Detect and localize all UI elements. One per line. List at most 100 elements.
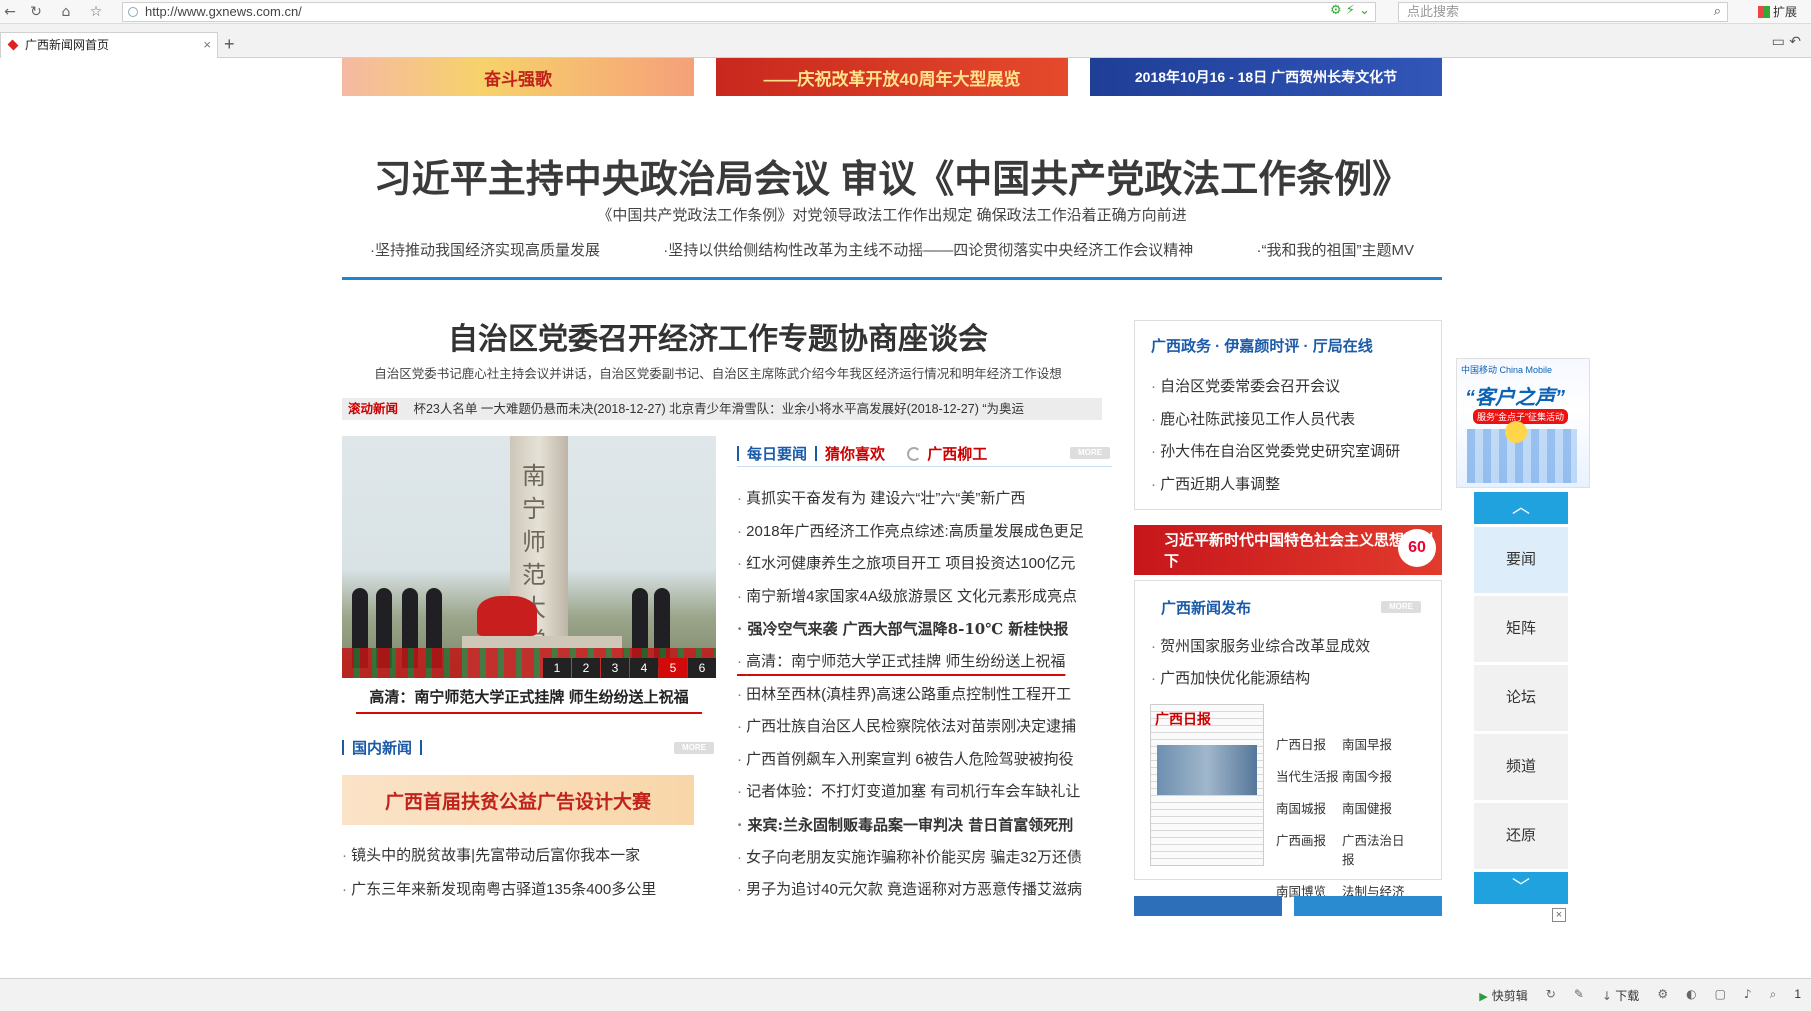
scroll-down-icon[interactable]: ﹀ [1474,872,1568,904]
extensions-button[interactable]: 扩展 [1758,3,1797,20]
china-mobile-float-ad[interactable]: 中国移动 China Mobile “客户之声” 服务“金点子”征集活动 [1456,358,1590,488]
extensions-icon [1758,6,1770,18]
list-item[interactable]: 孙大伟在自治区党委党史研究室调研 [1151,436,1431,469]
url-input[interactable]: http://www.gxnews.com.cn/ [122,2,1376,22]
bottom-tile-1[interactable] [1134,896,1282,916]
slide-page-4[interactable]: 4 [630,658,658,678]
paper-link[interactable]: 南国健报 [1342,798,1412,817]
list-item[interactable]: 广西近期人事调整 [1151,469,1431,502]
scrolling-news-ticker[interactable]: 滚动新闻 杯23人名单 一大难题仍悬而未决(2018-12-27) 北京青少年滑… [342,398,1102,420]
poverty-ad-banner[interactable]: 广西首届扶贫公益广告设计大赛 [342,775,694,825]
list-item[interactable]: 鹿心社陈武接见工作人员代表 [1151,404,1431,437]
list-item[interactable]: 记者体验：不打灯变道加塞 有司机行车会车缺礼让 [737,776,1112,809]
slide-page-6[interactable]: 6 [688,658,716,678]
paper-link[interactable]: 南国城报 [1276,798,1342,817]
slide-page-3[interactable]: 3 [601,658,629,678]
ticker-text[interactable]: 杯23人名单 一大难题仍悬而未决(2018-12-27) 北京青少年滑雪队：业余… [413,402,1024,416]
news-release-title[interactable]: 广西新闻发布 [1161,597,1251,618]
list-item[interactable]: 广东三年来新发现南粤古驿道135条400多公里 [342,873,702,907]
list-item[interactable]: 真抓实干奋发有为 建设六“壮”六“美”新广西 [737,483,1112,516]
tab-you-may-like[interactable]: 猜你喜欢 [825,446,885,463]
slideshow-pager: 1 2 3 4 5 6 [542,658,716,678]
tab-tools-icon[interactable]: ▭ ↶ [1772,34,1801,50]
scroll-up-icon[interactable]: ︿ [1474,492,1568,524]
photo-slideshow[interactable]: 南宁师范大学 1 2 3 4 5 6 [342,436,716,678]
refresh-icon[interactable] [907,447,922,461]
list-item[interactable]: 来宾:兰永固制贩毒品案一审判决 昔日首富领死刑 [737,809,1112,842]
search-icon[interactable]: ⌕ [1714,3,1721,21]
list-item[interactable]: 南宁新增4家国家4A级旅游景区 文化元素形成亮点 [737,581,1112,614]
tab-gov-affairs[interactable]: 广西政务 [1151,338,1211,355]
tab-guangxi-liugong[interactable]: 广西柳工 [927,446,987,463]
banner-ad-2[interactable]: ——庆祝改革开放40周年大型展览 [716,58,1068,96]
more-button[interactable]: MORE [674,742,714,754]
domestic-news-title[interactable]: 国内新闻 [352,740,412,757]
side-nav-close-icon[interactable]: × [1552,908,1566,922]
search-input[interactable]: 点此搜索 ⌕ [1398,2,1728,22]
photo-caption[interactable]: 高清：南宁师范大学正式挂牌 师生纷纷送上祝福 [342,686,716,707]
refresh-icon[interactable]: ↻ [26,2,46,22]
pin-icon[interactable]: ✎ [1574,987,1584,1004]
side-nav-channels[interactable]: 频道 [1474,734,1568,800]
list-item[interactable]: 广西首例飙车入刑案宣判 6被告人危险驾驶被拘役 [737,744,1112,777]
newspaper-thumbnail[interactable]: 广西日报 [1150,704,1264,866]
slide-page-5[interactable]: 5 [659,658,687,678]
top-link-2[interactable]: ·坚持以供给侧结构性改革为主线不动摇——四论贯彻落实中央经济工作会议精神 [663,239,1193,260]
list-item[interactable]: 红水河健康养生之旅项目开工 项目投资达100亿元 [737,548,1112,581]
paper-link[interactable]: 当代生活报 [1276,766,1342,785]
side-nav-news[interactable]: 要闻 [1474,527,1568,593]
list-item[interactable]: 镜头中的脱贫故事|先富带动后富你我本一家 [342,839,702,873]
list-item[interactable]: 田林至西林(滇桂界)高速公路重点控制性工程开工 [737,679,1112,712]
back-icon[interactable]: ← [0,2,20,22]
paper-link[interactable]: 广西法治日报 [1342,830,1412,868]
favorite-star-icon[interactable]: ☆ [86,2,106,22]
tab-commentary[interactable]: 伊嘉颜时评 [1224,338,1299,355]
banner-ad-3[interactable]: 2018年10月16 - 18日 广西贺州长寿文化节 [1090,58,1442,96]
slide-page-1[interactable]: 1 [543,658,571,678]
tab-gxnews-home[interactable]: 广西新闻网首页 × [0,32,218,58]
list-item[interactable]: 2018年广西经济工作亮点综述:高质量发展成色更足 [737,516,1112,549]
top-headline[interactable]: 习近平主持中央政治局会议 审议《中国共产党政法工作条例》 [342,148,1442,203]
banner-ad-1[interactable]: 奋斗强歌 [342,58,694,96]
slide-page-2[interactable]: 2 [572,658,600,678]
tab-departments[interactable]: 厅局在线 [1313,338,1373,355]
side-nav-restore[interactable]: 还原 [1474,803,1568,869]
download-button[interactable]: ↓ 下载 [1602,987,1639,1004]
list-item[interactable]: 女子向老朋友实施诈骗称补价能买房 骗走32万还债 [737,842,1112,875]
lead-headline[interactable]: 自治区党委召开经济工作专题协商座谈会 [342,314,1094,358]
browser-icon[interactable]: ◐ [1686,987,1696,1004]
tab-title: 广西新闻网首页 [25,38,110,52]
quick-clip-button[interactable]: 快剪辑 [1479,987,1528,1004]
more-button[interactable]: MORE [1381,601,1421,613]
tab-close-icon[interactable]: × [203,33,211,57]
list-item[interactable]: 自治区党委常委会召开会议 [1151,371,1431,404]
list-item[interactable]: 高清：南宁师范大学正式挂牌 师生纷纷送上祝福 [737,646,1112,679]
side-nav-matrix[interactable]: 矩阵 [1474,596,1568,662]
list-item[interactable]: 贺州国家服务业综合改革显成效 [1151,631,1431,663]
paper-link[interactable]: 广西画报 [1276,830,1342,868]
tab-daily-news[interactable]: 每日要闻 [747,446,807,463]
list-item[interactable]: 男子为追讨40元欠款 竟造谣称对方恶意传播艾滋病 [737,874,1112,907]
bottom-tile-2[interactable] [1294,896,1442,916]
side-nav-forum[interactable]: 论坛 [1474,665,1568,731]
top-link-3[interactable]: ·“我和我的祖国”主题MV [1257,239,1415,260]
top-headline-sub[interactable]: 《中国共产党政法工作条例》对党领导政法工作作出规定 确保政法工作沿着正确方向前进 [342,204,1442,225]
list-item[interactable]: 强冷空气来袭 广西大部气温降8-10℃ 新桂快报 [737,613,1112,646]
zoom-icon[interactable]: ⌕ [1770,987,1777,1004]
list-item[interactable]: 广西加快优化能源结构 [1151,663,1431,695]
settings-icon[interactable]: ⚙ [1657,987,1668,1004]
paper-link[interactable]: 广西日报 [1276,734,1342,753]
top-link-1[interactable]: ·坚持推动我国经济实现高质量发展 [370,239,600,260]
paper-link[interactable]: 南国早报 [1342,734,1412,753]
xi-thought-ad-banner[interactable]: 习近平新时代中国特色社会主义思想指引下 60 [1134,525,1442,575]
window-icon[interactable]: ▢ [1715,987,1726,1004]
list-item[interactable]: 广西壮族自治区人民检察院依法对苗崇刚决定逮捕 [737,711,1112,744]
home-icon[interactable]: ⌂ [56,2,76,22]
gov-affairs-box: 广西政务 · 伊嘉颜时评 · 厅局在线 自治区党委常委会召开会议 鹿心社陈武接见… [1134,320,1442,510]
new-tab-button[interactable]: + [224,34,235,55]
sound-icon[interactable]: ♪ [1744,987,1752,1004]
more-button[interactable]: MORE [1070,447,1110,459]
paper-link[interactable]: 南国今报 [1342,766,1412,785]
speed-mode-icon[interactable]: ⚙ ⚡ ⌄ [1330,3,1370,18]
refresh-status-icon[interactable]: ↻ [1546,987,1556,1004]
